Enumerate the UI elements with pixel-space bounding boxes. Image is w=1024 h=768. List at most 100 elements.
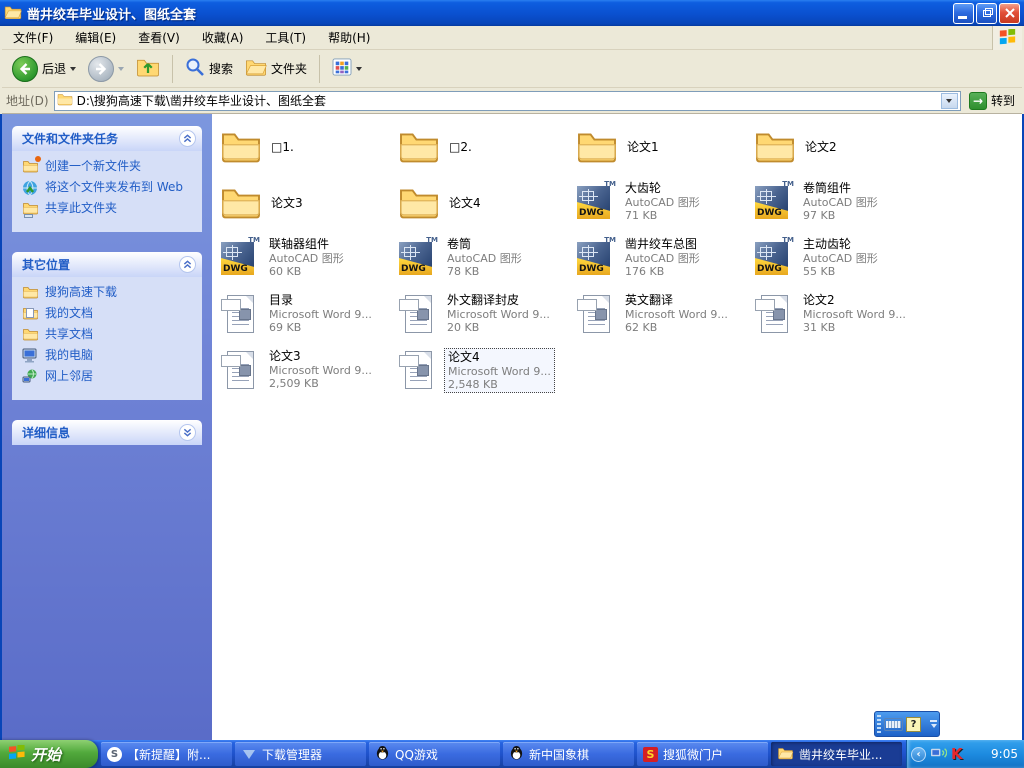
- file-label[interactable]: □2.: [446, 139, 475, 156]
- dwg-file-icon: TMDWG: [576, 180, 616, 224]
- address-dropdown-button[interactable]: [941, 93, 958, 109]
- file-item[interactable]: 论文4: [398, 180, 576, 226]
- file-label[interactable]: 外文翻译封皮Microsoft Word 9... 20 KB: [444, 292, 553, 335]
- file-item[interactable]: TMDWG 主动齿轮AutoCAD 图形 55 KB: [754, 236, 932, 292]
- back-button[interactable]: 后退: [8, 54, 80, 84]
- toolbar-separator: [319, 55, 320, 83]
- file-item[interactable]: 论文3Microsoft Word 9... 2,509 KB: [220, 348, 398, 404]
- file-item[interactable]: TMDWG 卷筒AutoCAD 图形 78 KB: [398, 236, 576, 292]
- file-item[interactable]: □1.: [220, 124, 398, 170]
- file-kind: AutoCAD 图形: [803, 196, 878, 209]
- file-label[interactable]: 论文2: [802, 139, 840, 156]
- file-label[interactable]: 目录Microsoft Word 9... 69 KB: [266, 292, 375, 335]
- go-label: 转到: [991, 92, 1015, 109]
- back-label: 后退: [42, 60, 66, 77]
- chevron-up-icon[interactable]: [179, 130, 196, 147]
- chevron-down-icon[interactable]: [179, 424, 196, 441]
- file-label[interactable]: 联轴器组件AutoCAD 图形 60 KB: [266, 236, 347, 279]
- file-item[interactable]: TMDWG 凿井绞车总图AutoCAD 图形 176 KB: [576, 236, 754, 292]
- file-label[interactable]: 卷筒组件AutoCAD 图形 97 KB: [800, 180, 881, 223]
- file-size: 62 KB: [625, 321, 728, 334]
- taskbar-task-3[interactable]: 新中国象棋: [503, 742, 634, 766]
- taskbar-task-4[interactable]: S搜狐微门户: [637, 742, 768, 766]
- file-item[interactable]: 论文3: [220, 180, 398, 226]
- menu-item-0[interactable]: 文件(F): [2, 27, 64, 49]
- sidebar-panel-header-2[interactable]: 详细信息: [12, 420, 202, 445]
- keyboard-icon[interactable]: [884, 718, 903, 731]
- file-item[interactable]: 论文4Microsoft Word 9... 2,548 KB: [398, 348, 576, 404]
- file-item[interactable]: 目录Microsoft Word 9... 69 KB: [220, 292, 398, 348]
- menu-item-1[interactable]: 编辑(E): [64, 27, 127, 49]
- language-bar-options-chevron-icon[interactable]: [931, 724, 937, 728]
- file-label[interactable]: 论文1: [624, 139, 662, 156]
- file-label[interactable]: 凿井绞车总图AutoCAD 图形 176 KB: [622, 236, 703, 279]
- file-label-selected[interactable]: 论文4Microsoft Word 9... 2,548 KB: [444, 348, 555, 393]
- file-size: 69 KB: [269, 321, 372, 334]
- restore-button[interactable]: [976, 3, 997, 24]
- sidebar-item-0-0[interactable]: 创建一个新文件夹: [22, 159, 196, 174]
- language-bar-grip[interactable]: [877, 715, 881, 733]
- file-name: 外文翻译封皮: [447, 293, 550, 308]
- file-label[interactable]: 论文4: [446, 195, 484, 212]
- sidebar-panel-header-1[interactable]: 其它位置: [12, 252, 202, 277]
- sidebar-item-1-2[interactable]: 共享文档: [22, 327, 196, 342]
- task-label: 【新提醒】附...: [127, 746, 210, 763]
- minimize-button[interactable]: [953, 3, 974, 24]
- word-doc-icon: [220, 292, 260, 336]
- sidebar-item-1-0[interactable]: 搜狗高速下载: [22, 285, 196, 300]
- address-input[interactable]: [77, 94, 941, 108]
- word-doc-icon: [754, 292, 794, 336]
- menu-item-4[interactable]: 工具(T): [254, 27, 317, 49]
- help-icon[interactable]: ?: [906, 717, 921, 732]
- file-name: 论文3: [269, 349, 372, 364]
- dwg-file-icon: TMDWG: [398, 236, 438, 280]
- close-button[interactable]: [999, 3, 1020, 24]
- file-label[interactable]: 主动齿轮AutoCAD 图形 55 KB: [800, 236, 881, 279]
- file-item[interactable]: TMDWG 卷筒组件AutoCAD 图形 97 KB: [754, 180, 932, 236]
- taskbar-task-0[interactable]: S【新提醒】附...: [101, 742, 232, 766]
- network-status-icon[interactable]: [930, 745, 947, 763]
- kaspersky-tray-icon[interactable]: K: [951, 747, 963, 762]
- address-box: [54, 91, 961, 111]
- file-label[interactable]: 论文3: [268, 195, 306, 212]
- file-item[interactable]: 论文2Microsoft Word 9... 31 KB: [754, 292, 932, 348]
- file-size: 60 KB: [269, 265, 344, 278]
- sidebar-item-0-1[interactable]: 将这个文件夹发布到 Web: [22, 180, 196, 195]
- hide-icons-chevron-icon[interactable]: ‹: [911, 747, 926, 762]
- file-label[interactable]: □1.: [268, 139, 297, 156]
- taskbar-task-2[interactable]: QQ游戏: [369, 742, 500, 766]
- sidebar-item-0-2[interactable]: 共享此文件夹: [22, 201, 196, 216]
- views-button[interactable]: [328, 56, 366, 81]
- file-label[interactable]: 大齿轮AutoCAD 图形 71 KB: [622, 180, 703, 223]
- file-label[interactable]: 卷筒AutoCAD 图形 78 KB: [444, 236, 525, 279]
- file-item[interactable]: 论文2: [754, 124, 932, 170]
- folders-button[interactable]: 文件夹: [241, 55, 311, 82]
- sidebar-item-1-1[interactable]: 我的文档: [22, 306, 196, 321]
- file-item[interactable]: TMDWG 联轴器组件AutoCAD 图形 60 KB: [220, 236, 398, 292]
- file-item[interactable]: 论文1: [576, 124, 754, 170]
- start-button[interactable]: 开始: [0, 740, 98, 768]
- file-label[interactable]: 论文2Microsoft Word 9... 31 KB: [800, 292, 909, 335]
- search-button[interactable]: 搜索: [181, 55, 237, 82]
- file-item[interactable]: 外文翻译封皮Microsoft Word 9... 20 KB: [398, 292, 576, 348]
- menu-item-5[interactable]: 帮助(H): [317, 27, 381, 49]
- menu-item-3[interactable]: 收藏(A): [191, 27, 255, 49]
- up-button[interactable]: [132, 54, 164, 83]
- chevron-up-icon[interactable]: [179, 256, 196, 273]
- forward-button[interactable]: [84, 54, 128, 84]
- sidebar-item-1-4[interactable]: 网上邻居: [22, 369, 196, 384]
- file-label[interactable]: 论文3Microsoft Word 9... 2,509 KB: [266, 348, 375, 391]
- language-bar-minimize-icon[interactable]: [930, 720, 937, 722]
- go-button[interactable]: → 转到: [966, 91, 1018, 111]
- sidebar-item-1-3[interactable]: 我的电脑: [22, 348, 196, 363]
- file-item[interactable]: 英文翻译Microsoft Word 9... 62 KB: [576, 292, 754, 348]
- taskbar-task-1[interactable]: 下载管理器: [235, 742, 366, 766]
- sidebar-panel-header-0[interactable]: 文件和文件夹任务: [12, 126, 202, 151]
- file-item[interactable]: TMDWG 大齿轮AutoCAD 图形 71 KB: [576, 180, 754, 236]
- file-item[interactable]: □2.: [398, 124, 576, 170]
- taskbar-task-5[interactable]: 凿井绞车毕业...: [771, 742, 902, 766]
- menu-item-2[interactable]: 查看(V): [127, 27, 191, 49]
- file-label[interactable]: 英文翻译Microsoft Word 9... 62 KB: [622, 292, 731, 335]
- back-history-chevron-icon[interactable]: [70, 67, 76, 71]
- explorer-window: 凿井绞车毕业设计、图纸全套 文件(F)编辑(E)查看(V)收藏(A)工具(T)帮…: [0, 0, 1024, 768]
